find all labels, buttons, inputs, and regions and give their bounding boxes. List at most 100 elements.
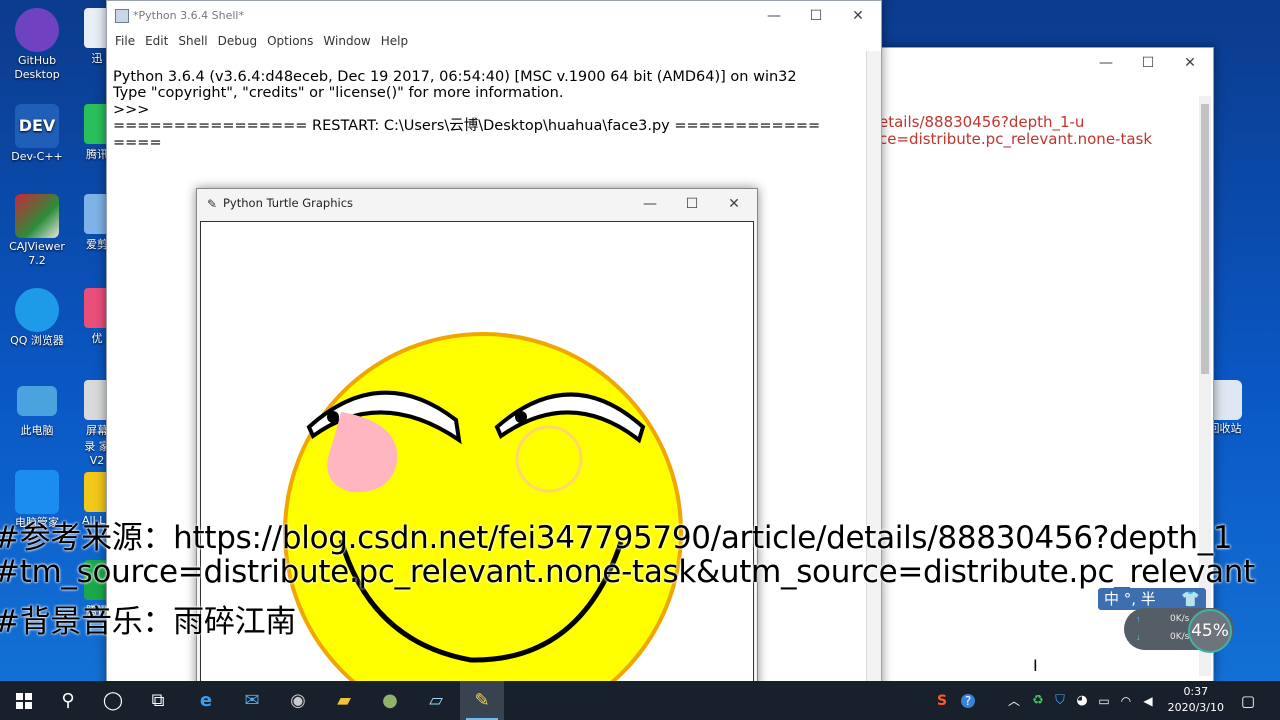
close-button[interactable]: ✕ — [837, 1, 879, 31]
minimize-button[interactable]: — — [753, 1, 795, 31]
taskbar-app[interactable]: ◉ — [276, 681, 320, 720]
desktop-icon-devcpp[interactable]: DEV Dev-C++ — [0, 104, 74, 164]
windows-icon — [16, 692, 32, 709]
close-button[interactable]: ✕ — [713, 189, 755, 219]
minimize-button[interactable]: — — [629, 189, 671, 219]
shell-line: ================ RESTART: C:\Users\云博\De… — [113, 118, 821, 134]
qq-icon: ◕ — [1076, 693, 1088, 708]
idle-icon — [115, 9, 129, 23]
app-icon: ◉ — [290, 690, 306, 711]
browser-text-line: ce=distribute.pc_relevant.none-task — [879, 130, 1153, 148]
system-clock[interactable]: 0:37 2020/3/10 — [1168, 684, 1224, 716]
ime-text: 中 °, 半 — [1104, 590, 1156, 608]
taskbar-file-explorer[interactable]: ▰ — [322, 681, 366, 720]
cajviewer-icon — [15, 194, 59, 238]
menu-window[interactable]: Window — [323, 31, 370, 51]
ime-indicator[interactable]: 中 °, 半 👕 — [1098, 588, 1206, 610]
clock-time: 0:37 — [1183, 685, 1209, 698]
window-title: Python Turtle Graphics — [223, 196, 354, 210]
folder-icon: ▰ — [337, 690, 351, 711]
tray-security[interactable]: ⛉ — [1048, 681, 1072, 720]
maximize-button[interactable]: ☐ — [671, 189, 713, 219]
menu-bar: File Edit Shell Debug Options Window Help — [107, 31, 881, 51]
task-view-button[interactable]: ⧉ — [136, 681, 180, 720]
wifi-icon: ◠ — [1120, 693, 1132, 708]
caption-line-music: #背景音乐：雨碎江南 — [0, 604, 296, 640]
arrow-down-icon: ↓ — [1136, 632, 1141, 642]
browser-text-line: etails/88830456?depth_1-u — [879, 113, 1085, 131]
tray-app[interactable]: ♻ — [1026, 681, 1050, 720]
cortana-button[interactable]: ◯ — [91, 681, 135, 720]
battery-icon: ▭ — [1098, 693, 1110, 708]
edge-icon: e — [199, 690, 213, 711]
caption-line-utm: #tm_source=distribute.pc_relevant.none-t… — [0, 554, 1255, 590]
scrollbar-thumb[interactable] — [1201, 104, 1209, 374]
text-cursor-icon: I — [1033, 656, 1038, 675]
upload-speed: 0K/s — [1170, 614, 1190, 624]
net-speed-widget[interactable]: ↑ 0K/s ↓ 0K/s 45% — [1124, 608, 1234, 653]
sogou-icon: S — [936, 692, 948, 709]
vertical-scrollbar[interactable] — [866, 51, 881, 691]
desktop-icon-label: QQ 浏览器 — [10, 334, 64, 347]
volume-icon: ◀ — [1143, 693, 1153, 708]
show-hidden-icons[interactable]: ︿ — [1002, 681, 1026, 720]
menu-options[interactable]: Options — [267, 31, 313, 51]
taskbar-python-idle[interactable]: ✎ — [460, 681, 504, 720]
clock-date: 2020/3/10 — [1167, 701, 1224, 714]
notepad-icon: ▱ — [429, 690, 443, 711]
close-button[interactable]: ✕ — [1169, 48, 1211, 78]
computer-icon — [17, 386, 57, 416]
tray-wifi[interactable]: ◠ — [1114, 681, 1138, 720]
tray-qq[interactable]: ◕ — [1070, 681, 1094, 720]
menu-edit[interactable]: Edit — [145, 31, 168, 51]
menu-debug[interactable]: Debug — [218, 31, 257, 51]
taskbar-edge[interactable]: e — [184, 681, 228, 720]
notification-icon: ▢ — [1240, 691, 1256, 710]
download-speed: 0K/s — [1170, 632, 1190, 642]
menu-file[interactable]: File — [115, 31, 135, 51]
shield-icon — [15, 470, 59, 514]
devcpp-icon: DEV — [15, 104, 59, 148]
feather-icon: ✎ — [207, 197, 218, 211]
shell-line: Type "copyright", "credits" or "license(… — [113, 85, 564, 101]
maximize-button[interactable]: ☐ — [795, 1, 837, 31]
chevron-up-icon: ︿ — [1007, 694, 1020, 708]
minimize-button[interactable]: — — [1085, 48, 1127, 78]
desktop-icon-label: 此电脑 — [20, 424, 54, 437]
window-title: *Python 3.6.4 Shell* — [133, 9, 244, 22]
help-icon: ? — [961, 693, 975, 708]
action-center-button[interactable]: ▢ — [1226, 681, 1270, 720]
shield-icon: ⛉ — [1055, 693, 1065, 708]
shell-output[interactable]: Python 3.6.4 (v3.6.4:d48eceb, Dec 19 201… — [113, 52, 853, 184]
caption-line-source: #参考来源：https://blog.csdn.net/fei347795790… — [0, 520, 1233, 556]
tray-battery[interactable]: ▭ — [1092, 681, 1116, 720]
left-pupil — [327, 411, 339, 423]
maximize-button[interactable]: ☐ — [1127, 48, 1169, 78]
desktop-icon-label: Dev-C++ — [11, 150, 63, 163]
qq-browser-icon — [15, 288, 59, 332]
mail-icon: ✉ — [244, 690, 260, 711]
recycle-tray-icon: ♻ — [1032, 693, 1044, 708]
taskbar-app-2[interactable]: ● — [368, 681, 412, 720]
taskbar-notepad[interactable]: ▱ — [414, 681, 458, 720]
desktop-icon-cajviewer[interactable]: CAJViewer 7.2 — [0, 194, 74, 268]
desktop-icon-this-pc[interactable]: 此电脑 — [0, 380, 74, 438]
cortana-icon: ◯ — [102, 690, 124, 711]
menu-shell[interactable]: Shell — [178, 31, 207, 51]
shirt-icon: 👕 — [1181, 590, 1200, 608]
menu-help[interactable]: Help — [381, 31, 408, 51]
sogou-ime-tray[interactable]: S — [930, 681, 954, 720]
desktop-icon-github[interactable]: GitHub Desktop — [0, 8, 74, 82]
help-tray[interactable]: ? — [956, 681, 980, 720]
desktop-icon-label: CAJViewer 7.2 — [9, 240, 65, 267]
taskbar-mail[interactable]: ✉ — [230, 681, 274, 720]
desktop-icon-label: GitHub Desktop — [14, 54, 60, 81]
start-button[interactable] — [2, 681, 46, 720]
tray-volume[interactable]: ◀ — [1136, 681, 1160, 720]
arrow-up-icon: ↑ — [1136, 614, 1141, 624]
search-button[interactable]: ⚲ — [46, 681, 90, 720]
github-icon — [15, 8, 59, 52]
shell-line: ==== — [113, 134, 162, 151]
memory-percent: 45% — [1188, 609, 1232, 653]
desktop-icon-qqbrowser[interactable]: QQ 浏览器 — [0, 288, 74, 348]
